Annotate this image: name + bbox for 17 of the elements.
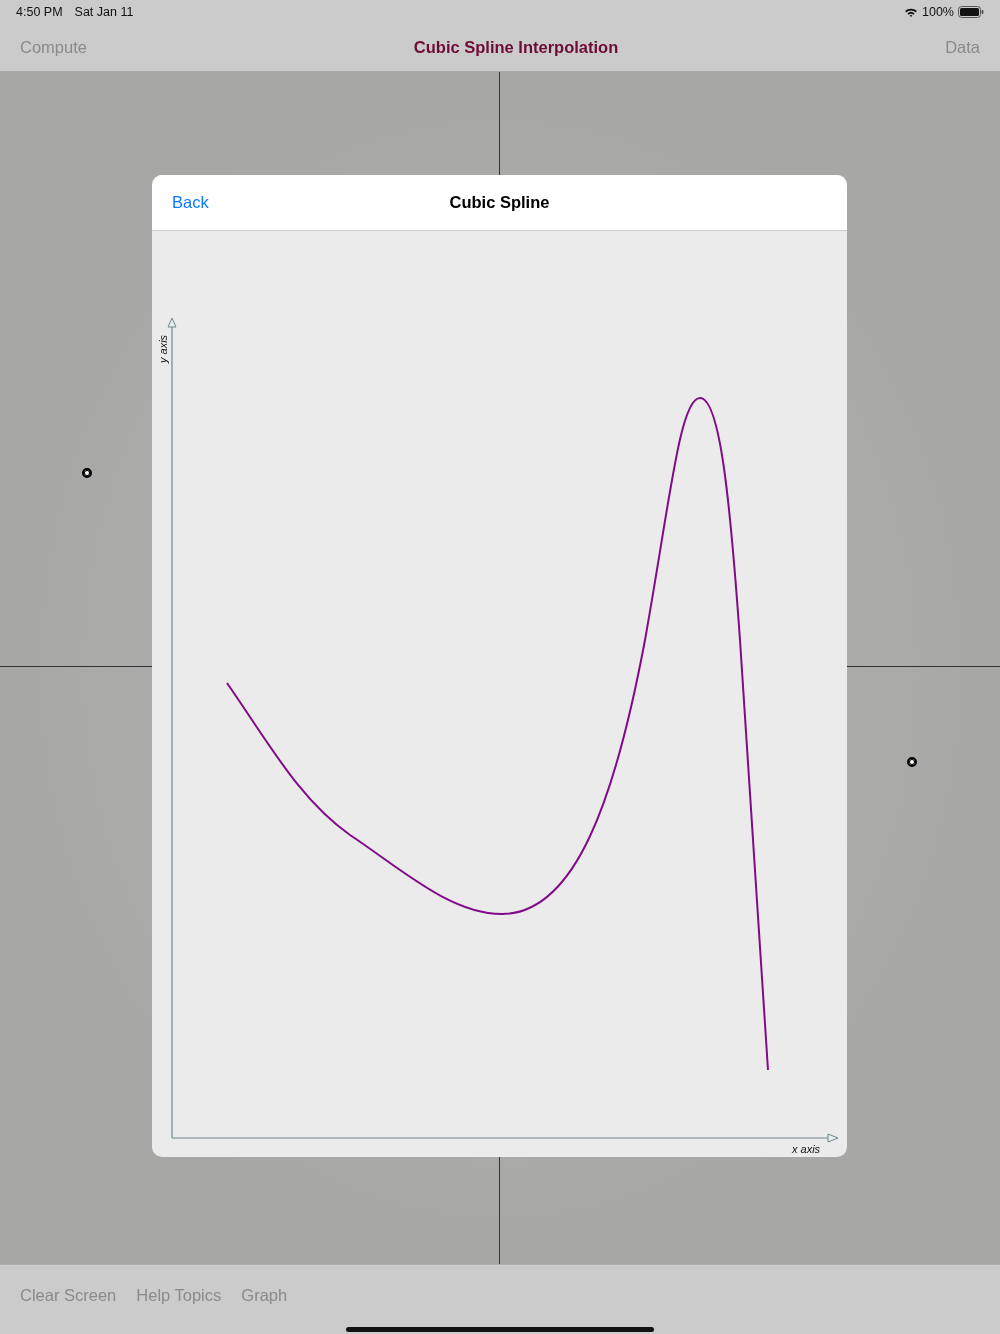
status-date: Sat Jan 11 bbox=[74, 5, 134, 19]
y-axis-label: y axis bbox=[157, 334, 169, 363]
dialog-title: Cubic Spline bbox=[449, 193, 550, 212]
data-button[interactable]: Data bbox=[945, 38, 980, 57]
battery-percentage: 100% bbox=[922, 5, 954, 19]
nav-title: Cubic Spline Interpolation bbox=[413, 38, 619, 57]
back-button[interactable]: Back bbox=[172, 193, 209, 212]
data-point bbox=[82, 468, 92, 478]
toolbar-button[interactable]: Help Topics bbox=[136, 1285, 222, 1305]
data-point bbox=[907, 757, 917, 767]
battery-icon bbox=[958, 6, 984, 18]
status-time: 4:50 PM bbox=[16, 5, 63, 19]
x-axis-label: x axis bbox=[792, 1143, 821, 1155]
wifi-icon bbox=[904, 6, 918, 18]
toolbar-button[interactable]: Clear Screen bbox=[20, 1285, 117, 1305]
compute-button[interactable]: Compute bbox=[20, 38, 87, 57]
toolbar-button[interactable]: Graph bbox=[241, 1285, 288, 1305]
